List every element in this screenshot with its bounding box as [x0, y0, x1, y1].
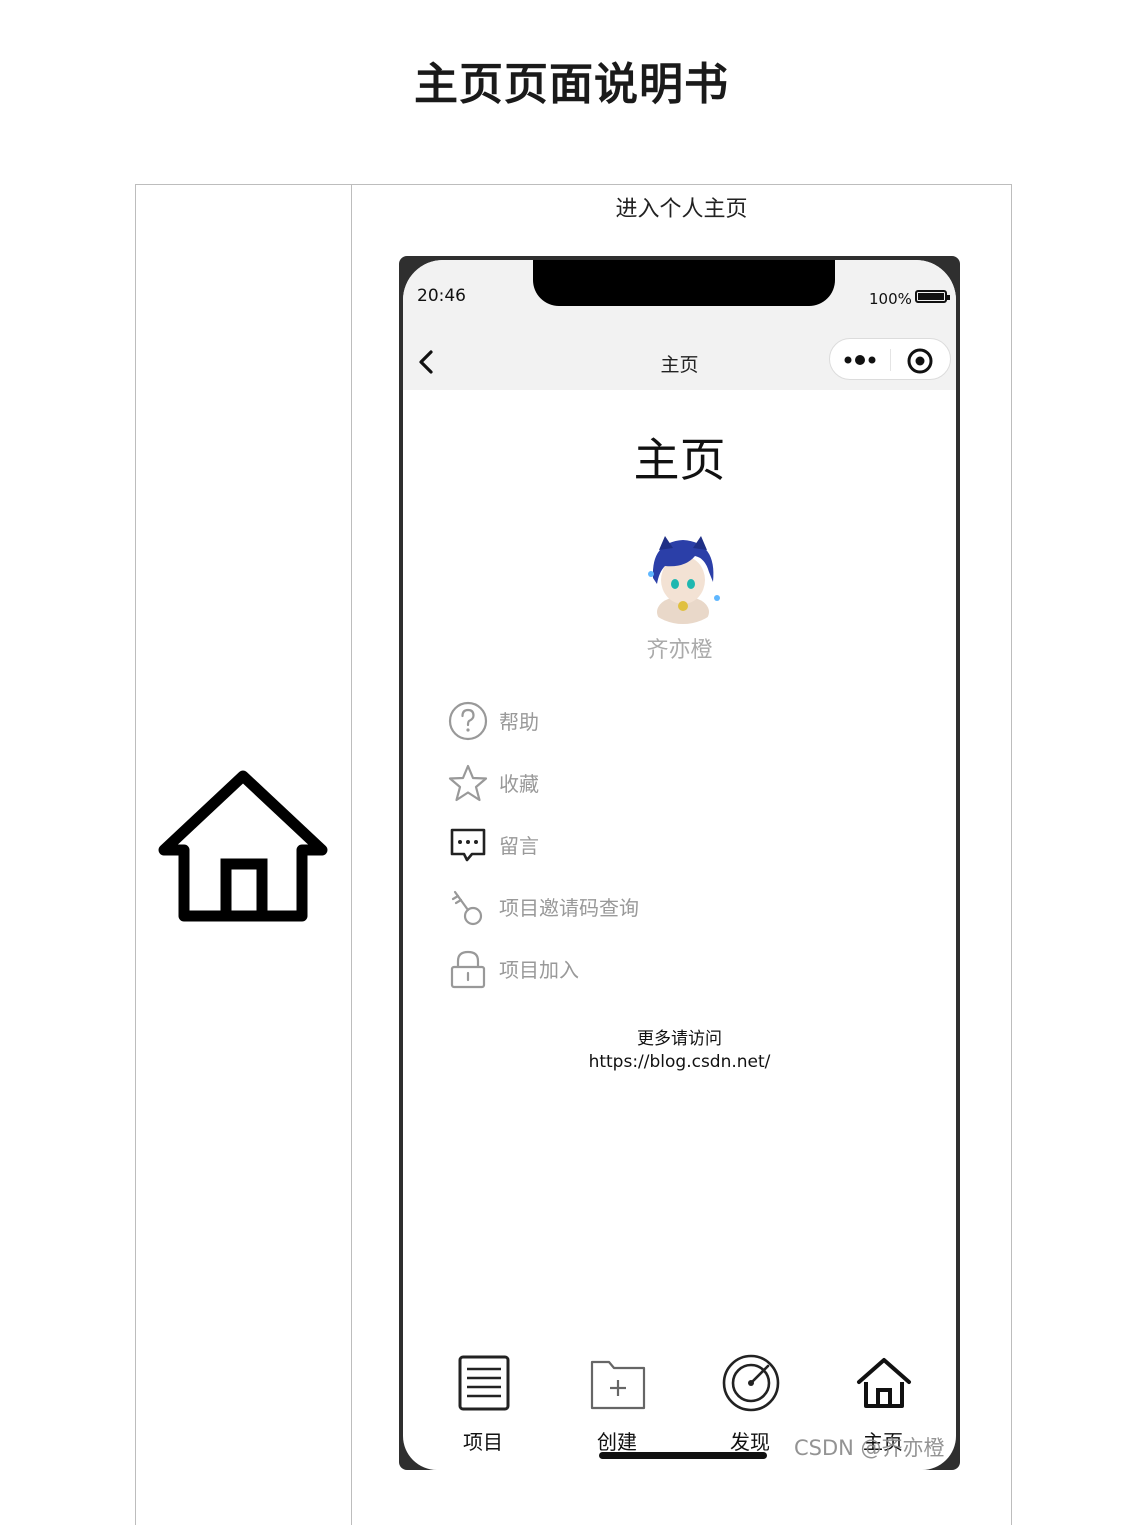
- doc-title: 主页页面说明书: [414, 59, 729, 110]
- capsule-menu: [829, 338, 951, 380]
- menu-item-favorites[interactable]: 收藏: [447, 762, 747, 808]
- tab-label: 创建: [597, 1430, 637, 1454]
- menu-item-label: 收藏: [499, 772, 539, 796]
- top-bar: 20:46 100% 主页: [403, 260, 956, 390]
- menu-item-invite-code[interactable]: 项目邀请码查询: [447, 886, 747, 932]
- footer-note: 更多请访问 https://blog.csdn.net/: [403, 1028, 956, 1074]
- avatar[interactable]: [635, 528, 731, 624]
- star-icon: [448, 764, 488, 802]
- capsule-divider: [890, 349, 891, 371]
- menu-item-messages[interactable]: 留言: [447, 824, 747, 870]
- username: 齐亦橙: [646, 638, 713, 663]
- menu-item-label: 项目邀请码查询: [499, 896, 639, 920]
- tab-projects[interactable]: 项目: [433, 1352, 533, 1462]
- page-heading: 主页: [633, 433, 726, 487]
- footer-link[interactable]: https://blog.csdn.net/: [403, 1051, 956, 1074]
- menu-item-label: 项目加入: [499, 958, 579, 982]
- table-divider: [351, 185, 352, 1525]
- status-time: 20:46: [417, 286, 466, 306]
- battery-percentage: 100%: [869, 290, 912, 308]
- compass-icon: [722, 1354, 780, 1412]
- phone-screen: 20:46 100% 主页 主页 齐亦橙 帮助 收藏 留言 项目邀请码查询 项目…: [403, 260, 956, 1470]
- footer-text: 更多请访问: [637, 1029, 722, 1049]
- home-icon: [857, 1358, 911, 1408]
- tab-label: 发现: [730, 1430, 770, 1454]
- phone-screenshot: 20:46 100% 主页 主页 齐亦橙 帮助 收藏 留言 项目邀请码查询 项目…: [399, 256, 960, 1470]
- key-icon: [451, 890, 483, 926]
- folder-plus-icon: [590, 1360, 646, 1410]
- target-circle-icon[interactable]: [906, 347, 934, 375]
- menu-item-join-project[interactable]: 项目加入: [447, 948, 747, 994]
- menu-item-help[interactable]: 帮助: [447, 700, 747, 746]
- watermark: CSDN @齐亦橙: [794, 1436, 945, 1460]
- tab-discover[interactable]: 发现: [700, 1352, 800, 1462]
- question-icon: [448, 701, 488, 741]
- battery-icon: [915, 290, 950, 303]
- more-dots-icon[interactable]: [840, 349, 882, 371]
- notch: [533, 260, 835, 306]
- menu-item-label: 留言: [499, 834, 539, 858]
- tab-create[interactable]: 创建: [567, 1352, 667, 1462]
- menu-item-label: 帮助: [499, 710, 539, 734]
- list-icon: [458, 1355, 510, 1411]
- section-caption: 进入个人主页: [615, 197, 748, 222]
- home-icon: [158, 770, 328, 922]
- lock-icon: [450, 950, 486, 989]
- home-indicator: [599, 1452, 767, 1459]
- tab-label: 项目: [463, 1430, 503, 1454]
- message-icon: [450, 828, 486, 862]
